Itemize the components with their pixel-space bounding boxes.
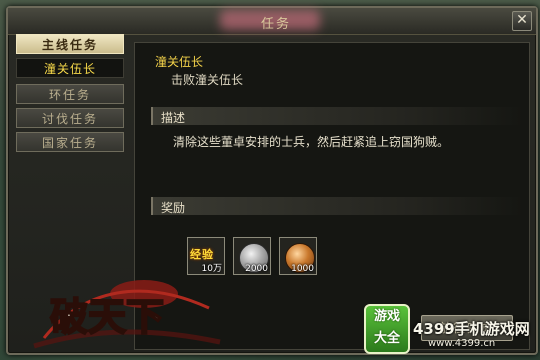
sidebar-item-current-quest[interactable]: 潼关伍长: [16, 58, 124, 78]
tab-loop-quest[interactable]: 环任务: [16, 84, 124, 104]
exp-icon: 经验: [190, 248, 214, 261]
description-section-header: 描述: [151, 107, 523, 125]
badge-line-2: 大全: [373, 331, 400, 346]
site-badge: 游戏 大全: [364, 304, 410, 354]
quest-description: 清除这些董卓安排的士兵，然后赶紧追上窃国狗贼。: [173, 135, 450, 149]
game-logo-text: 破天下: [50, 294, 164, 339]
description-header-label: 描述: [161, 111, 186, 125]
reward-silver[interactable]: 2000: [233, 237, 271, 275]
window-title-bar: 任务 ✕: [8, 8, 536, 35]
quest-name: 潼关伍长: [155, 55, 204, 69]
reward-copper-qty: 1000: [291, 264, 314, 274]
close-button[interactable]: ✕: [512, 11, 532, 31]
rewards-header-label: 奖励: [161, 201, 186, 215]
tab-main-quest[interactable]: 主线任务: [16, 34, 124, 54]
quest-objective: 击败潼关伍长: [171, 73, 244, 87]
badge-line-1: 游戏: [373, 309, 400, 324]
watermark-site-url: www.4399.cn: [428, 338, 496, 349]
reward-silver-qty: 2000: [245, 264, 268, 274]
tab-nation-quest[interactable]: 国家任务: [16, 132, 124, 152]
tab-crusade-quest[interactable]: 讨伐任务: [16, 108, 124, 128]
watermark-site-name: 4399手机游戏网: [413, 320, 530, 338]
window-title: 任务: [260, 17, 291, 32]
rewards-section-header: 奖励: [151, 197, 523, 215]
reward-copper[interactable]: 1000: [279, 237, 317, 275]
quest-category-sidebar: 主线任务 潼关伍长 环任务 讨伐任务 国家任务: [16, 34, 124, 156]
game-logo: 破天下: [33, 280, 221, 349]
